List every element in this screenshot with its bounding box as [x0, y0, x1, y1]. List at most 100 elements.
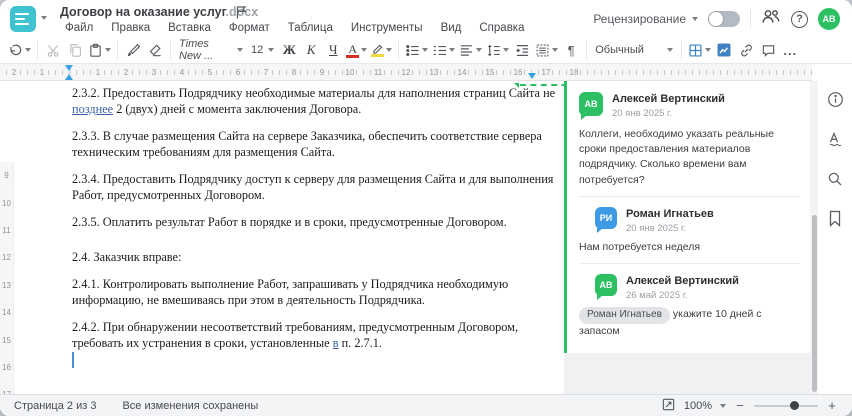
copy-button[interactable]: [64, 39, 86, 61]
scrollbar-thumb[interactable]: [811, 215, 817, 392]
left-indent-marker[interactable]: [65, 74, 73, 80]
paragraph-2-4[interactable]: 2.4. Заказчик вправе:: [72, 249, 558, 265]
paragraph-style-select[interactable]: Обычный: [591, 39, 677, 61]
right-indent-marker[interactable]: [528, 73, 536, 79]
menu-item[interactable]: Вид: [434, 22, 469, 34]
insert-chart-button[interactable]: [713, 39, 735, 61]
header-right: Рецензирование ? АВ: [593, 8, 840, 30]
search-icon[interactable]: [827, 171, 843, 192]
zoom-caret-icon[interactable]: [720, 403, 726, 408]
ruler-number: 11: [2, 225, 11, 235]
status-bar: Страница 2 из 3 Все изменения сохранены …: [0, 394, 852, 416]
comment-text: Роман Игнатьев укажите 10 дней с запасом: [579, 307, 800, 339]
italic-button[interactable]: К: [300, 39, 322, 61]
zoom-slider[interactable]: [754, 401, 818, 410]
spellcheck-icon[interactable]: [827, 131, 844, 153]
tracked-insertion: позднее: [72, 102, 114, 116]
toolbar-more-button[interactable]: ...: [779, 39, 801, 61]
chevron-down-icon[interactable]: [552, 48, 559, 52]
horizontal-ruler-numbers: 2 1 1 2 3 4 5 6 7 8 9 10 11 12 13 14 15 16 17 18: [0, 64, 588, 80]
font-color-button[interactable]: А: [344, 39, 369, 61]
bookmark-icon[interactable]: [828, 210, 842, 232]
user-avatar[interactable]: АВ: [818, 8, 840, 30]
chevron-down-icon[interactable]: [386, 48, 393, 52]
comment-reply[interactable]: РИ Роман Игнатьев 20 янв 2025 г. Нам пот…: [579, 205, 800, 261]
ruler-number: 5: [205, 68, 215, 77]
insert-link-button[interactable]: [735, 39, 757, 61]
comment-button[interactable]: [757, 39, 779, 61]
logo-menu-caret-icon[interactable]: [41, 16, 47, 20]
paragraph-2-3-4[interactable]: 2.3.4. Предоставить Подрядчику доступ к …: [72, 171, 558, 203]
chevron-down-icon[interactable]: [705, 48, 712, 52]
font-name-select[interactable]: Times New ...: [175, 38, 247, 62]
review-toggle[interactable]: [708, 11, 740, 27]
clear-style-eraser-button[interactable]: [144, 39, 166, 61]
help-icon[interactable]: ?: [791, 10, 808, 28]
chevron-down-icon[interactable]: [422, 48, 429, 52]
zoom-out-button[interactable]: −: [734, 398, 746, 413]
chevron-down-icon[interactable]: [361, 48, 368, 52]
document-page[interactable]: 2.3.2. Предоставить Подрядчику необходим…: [14, 81, 578, 394]
vertical-scrollbar[interactable]: [810, 81, 818, 394]
menu-item[interactable]: Таблица: [281, 22, 340, 34]
decrease-indent-button[interactable]: [511, 39, 533, 61]
ruler-number: 3: [149, 68, 159, 77]
paragraph-2-3-5[interactable]: 2.3.5. Оплатить результат Работ в порядк…: [72, 214, 558, 230]
highlight-color-button[interactable]: [369, 39, 394, 61]
bullet-list-button[interactable]: [403, 39, 430, 61]
menu-item[interactable]: Вставка: [161, 22, 218, 34]
divider: [117, 41, 118, 59]
collaboration-users-icon[interactable]: [761, 8, 781, 30]
menu-item[interactable]: Формат: [222, 22, 277, 34]
paragraph-2-4-2[interactable]: 2.4.2. При обнаружении несоответствий тр…: [72, 319, 558, 351]
paragraph-2-3-2[interactable]: 2.3.2. Предоставить Подрядчику необходим…: [72, 85, 558, 117]
first-line-indent-marker[interactable]: [65, 65, 73, 71]
chevron-down-icon[interactable]: [449, 48, 456, 52]
menu-item[interactable]: Инструменты: [344, 22, 430, 34]
paragraph-2-3-3[interactable]: 2.3.3. В случае размещения Сайта на серв…: [72, 128, 558, 160]
font-size-select[interactable]: 12: [247, 39, 278, 61]
ruler-number: 15: [2, 335, 11, 345]
comment-reply[interactable]: АВ Алексей Вертинский 26 май 2025 г. Ром…: [579, 272, 800, 345]
app-logo-icon[interactable]: [10, 6, 36, 32]
paste-button[interactable]: [86, 39, 113, 61]
ruler-number: 10: [2, 198, 11, 208]
page-indicator[interactable]: Страница 2 из 3: [14, 400, 96, 412]
menu-item[interactable]: Файл: [58, 22, 100, 34]
undo-caret-icon[interactable]: [25, 48, 31, 52]
comment-thread[interactable]: АВ Алексей Вертинский 20 янв 2025 г. Кол…: [564, 81, 810, 353]
chevron-down-icon[interactable]: [476, 48, 483, 52]
paragraph-2-4-1[interactable]: 2.4.1. Контролировать выполнение Работ, …: [72, 276, 558, 308]
menu-item[interactable]: Правка: [104, 22, 157, 34]
paste-caret-icon[interactable]: [105, 48, 111, 52]
app-window: Договор на оказание услуг.docx Файл Правк…: [0, 0, 852, 416]
underline-button[interactable]: Ч: [322, 39, 344, 61]
divider: [37, 41, 38, 59]
chevron-down-icon[interactable]: [503, 48, 510, 52]
insert-table-button[interactable]: [686, 39, 713, 61]
ruler-number: 9: [317, 68, 327, 77]
show-paragraph-marks-button[interactable]: ¶: [560, 39, 582, 61]
ruler-number: 15: [483, 68, 497, 77]
chevron-down-icon: [268, 48, 275, 52]
undo-button[interactable]: [6, 39, 33, 61]
comment-item[interactable]: АВ Алексей Вертинский 20 янв 2025 г. Кол…: [579, 90, 800, 194]
zoom-value[interactable]: 100%: [684, 400, 712, 412]
zoom-in-button[interactable]: +: [826, 398, 838, 413]
align-button[interactable]: [457, 39, 484, 61]
ruler-number: 16: [2, 362, 11, 372]
bold-button[interactable]: Ж: [278, 39, 300, 61]
paragraph-settings-button[interactable]: [533, 39, 560, 61]
line-spacing-button[interactable]: [484, 39, 511, 61]
comment-author: Алексей Вертинский: [612, 93, 725, 105]
numbered-list-button[interactable]: [430, 39, 457, 61]
menu-item[interactable]: Справка: [472, 22, 531, 34]
format-painter-button[interactable]: [122, 39, 144, 61]
info-icon[interactable]: [827, 91, 844, 113]
fit-page-icon[interactable]: [661, 397, 676, 415]
zoom-slider-thumb[interactable]: [790, 401, 799, 410]
cut-button[interactable]: [42, 39, 64, 61]
review-mode-button[interactable]: Рецензирование: [593, 12, 698, 26]
document-title-text: Договор на оказание услуг: [60, 5, 226, 19]
divider: [681, 41, 683, 59]
